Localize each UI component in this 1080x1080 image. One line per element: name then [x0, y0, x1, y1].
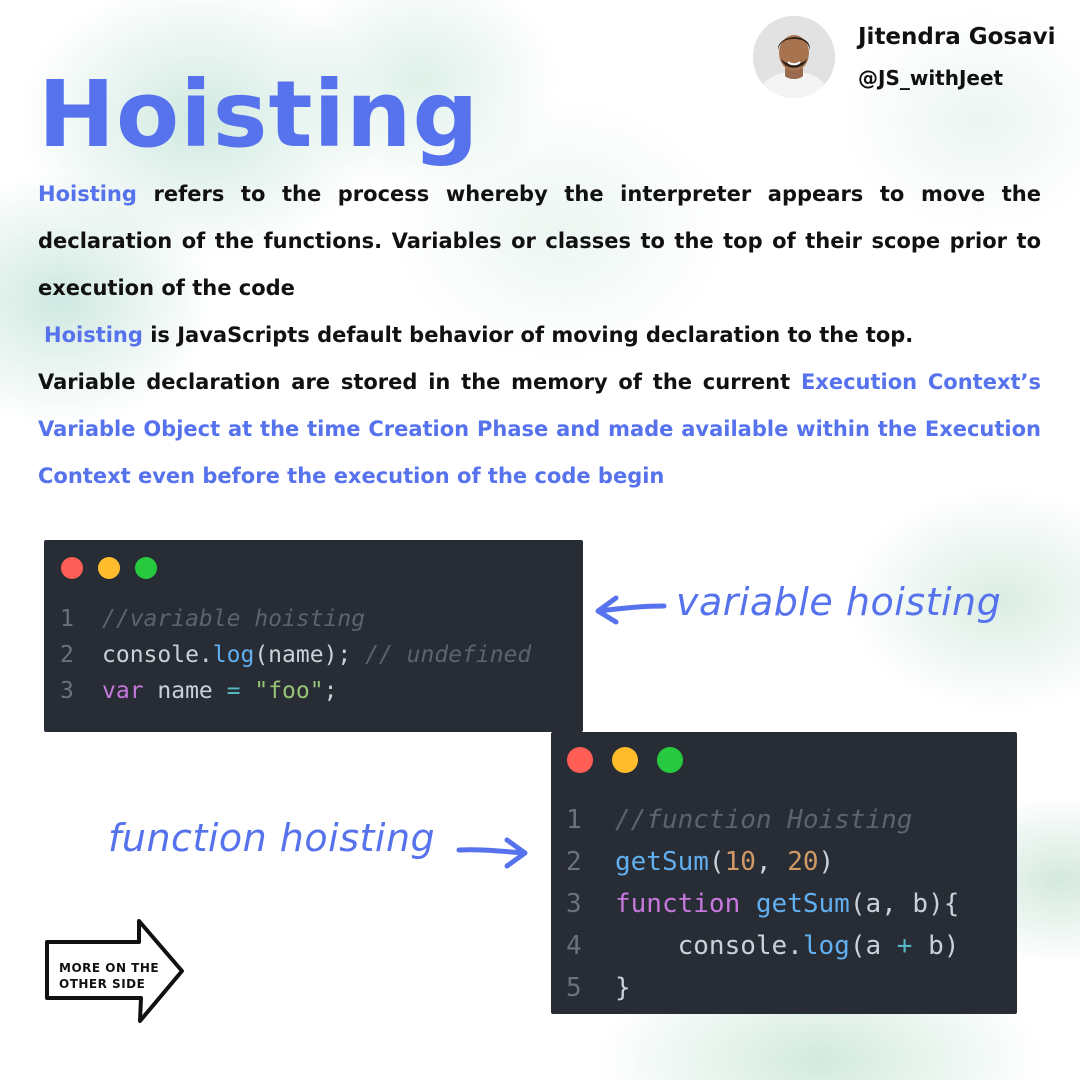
author-handle: @JS_withJeet — [858, 66, 1004, 90]
behavior-text: is JavaScripts default behavior of movin… — [142, 323, 914, 347]
code-line: 3 var name = "foo"; — [60, 673, 531, 709]
code-text: //function Hoisting — [615, 805, 913, 835]
avatar — [753, 16, 835, 98]
hoisting-highlight: Hoisting — [38, 182, 137, 206]
code-text: } — [615, 973, 631, 1003]
arrow-left-icon — [595, 595, 667, 625]
function-hoisting-label: function hoisting — [108, 816, 436, 860]
line-number: 3 — [566, 889, 582, 919]
code-line: 1 //function Hoisting — [566, 799, 959, 841]
code-line: 2 console.log(name); // undefined — [60, 637, 531, 673]
code-text: getSum(10, 20) — [615, 847, 835, 877]
behavior-paragraph: Hoisting is JavaScripts default behavior… — [44, 312, 1044, 359]
code-line: 2 getSum(10, 20) — [566, 841, 959, 883]
hoisting-highlight: Hoisting — [44, 323, 143, 347]
close-dot-icon — [567, 747, 593, 773]
code-line: 5} — [566, 967, 959, 1009]
line-number: 2 — [60, 642, 74, 668]
maximize-dot-icon — [657, 747, 683, 773]
code-text: console.log(name); // undefined — [102, 642, 532, 668]
close-dot-icon — [61, 557, 83, 579]
maximize-dot-icon — [135, 557, 157, 579]
author-name: Jitendra Gosavi — [858, 24, 1056, 50]
code-line: 3 function getSum(a, b){ — [566, 883, 959, 925]
more-on-other-side-label: MORE ON THE OTHER SIDE — [59, 961, 160, 991]
line-number: 1 — [60, 606, 74, 632]
line-number: 2 — [566, 847, 582, 877]
code-text: console.log(a + b) — [615, 931, 960, 961]
line-number: 5 — [566, 973, 582, 1003]
code-text: var name = "foo"; — [102, 678, 338, 704]
definition-paragraph: Hoisting refers to the process whereby t… — [38, 171, 1041, 312]
line-number: 1 — [566, 805, 582, 835]
code-block-variable: 1 //variable hoisting 2 console.log(name); … — [60, 601, 531, 709]
window-controls — [61, 557, 157, 579]
memory-paragraph: Variable declaration are stored in the m… — [38, 359, 1041, 500]
arrow-right-icon — [456, 837, 528, 869]
code-text: //variable hoisting — [102, 606, 366, 632]
code-text: function getSum(a, b){ — [615, 889, 960, 919]
code-line: 1 //variable hoisting — [60, 601, 531, 637]
minimize-dot-icon — [612, 747, 638, 773]
minimize-dot-icon — [98, 557, 120, 579]
memory-text: Variable declaration are stored in the m… — [38, 370, 801, 394]
page-title: Hoisting — [38, 61, 480, 168]
definition-text: refers to the process whereby the interp… — [38, 182, 1041, 300]
code-line: 4 console.log(a + b) — [566, 925, 959, 967]
line-number: 4 — [566, 931, 582, 961]
line-number: 3 — [60, 678, 74, 704]
code-block-function: 1 //function Hoisting 2 getSum(10, 20) 3 func… — [566, 799, 959, 1009]
window-controls — [567, 747, 683, 773]
variable-hoisting-label: variable hoisting — [676, 580, 1002, 624]
